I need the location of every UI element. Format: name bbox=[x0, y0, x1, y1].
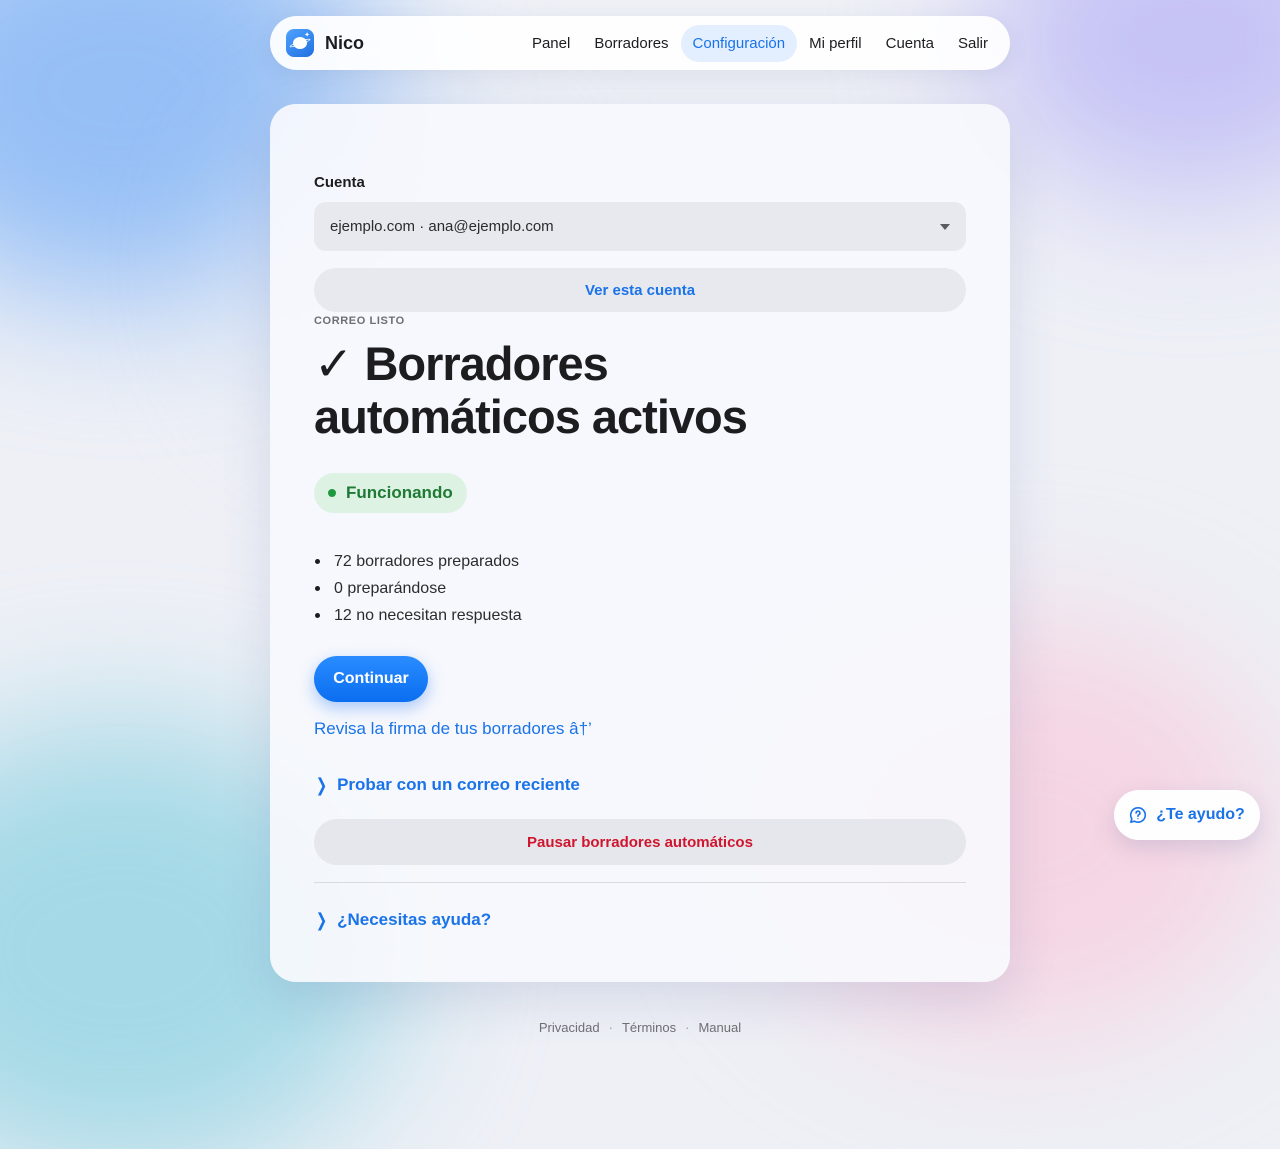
footer: Privacidad · Términos · Manual bbox=[0, 1020, 1280, 1035]
status-badge-label: Funcionando bbox=[346, 483, 453, 502]
footer-link-manual[interactable]: Manual bbox=[698, 1020, 741, 1035]
account-label: Cuenta bbox=[314, 174, 365, 191]
help-chat-label: ¿Te ayudo? bbox=[1156, 806, 1245, 823]
background-blob-violet bbox=[980, 0, 1280, 200]
need-help-toggle[interactable]: ❯ ¿Necesitas ayuda? bbox=[314, 908, 966, 932]
view-account-button[interactable]: Ver esta cuenta bbox=[314, 268, 966, 312]
chevron-right-icon: ❯ bbox=[315, 909, 328, 930]
chevron-down-icon bbox=[940, 224, 950, 230]
list-item: 0 preparándose bbox=[314, 575, 966, 602]
chevron-right-icon: ❯ bbox=[315, 774, 328, 795]
need-help-label: ¿Necesitas ayuda? bbox=[337, 910, 492, 929]
footer-link-terminos[interactable]: Términos bbox=[622, 1020, 676, 1035]
footer-link-privacidad[interactable]: Privacidad bbox=[539, 1020, 600, 1035]
nav-item-mi-perfil[interactable]: Mi perfil bbox=[797, 25, 874, 62]
footer-separator: · bbox=[685, 1020, 690, 1035]
status-eyebrow: CORREO LISTO bbox=[314, 315, 405, 327]
nav-item-borradores[interactable]: Borradores bbox=[582, 25, 680, 62]
page-title: ✓ Borradores automáticos activos bbox=[314, 337, 748, 443]
continue-button[interactable]: Continuar bbox=[314, 656, 428, 702]
nav-links: Panel Borradores Configuración Mi perfil… bbox=[520, 24, 1000, 62]
stats-list: 72 borradores preparados 0 preparándose … bbox=[314, 548, 966, 629]
account-select[interactable]: ejemplo.com · ana@ejemplo.com bbox=[314, 202, 966, 251]
account-select-value: ejemplo.com · ana@ejemplo.com bbox=[330, 218, 554, 235]
try-recent-email-toggle[interactable]: ❯ Probar con un correo reciente bbox=[314, 773, 966, 797]
signature-link[interactable]: Revisa la firma de tus borradores â†’ bbox=[314, 719, 966, 743]
status-badge: Funcionando bbox=[314, 473, 467, 513]
top-navigation: ✦ Nico Panel Borradores Configuración Mi… bbox=[270, 16, 1010, 70]
status-dot-icon bbox=[328, 489, 336, 497]
nav-item-cuenta[interactable]: Cuenta bbox=[874, 25, 946, 62]
pause-drafts-button[interactable]: Pausar borradores automáticos bbox=[314, 819, 966, 865]
list-item: 12 no necesitan respuesta bbox=[314, 602, 966, 629]
settings-card: Cuenta ejemplo.com · ana@ejemplo.com Ver… bbox=[270, 104, 1010, 982]
nav-item-panel[interactable]: Panel bbox=[520, 25, 582, 62]
list-item: 72 borradores preparados bbox=[314, 548, 966, 575]
brand-name: Nico bbox=[325, 32, 365, 53]
help-chat-icon bbox=[1130, 806, 1147, 823]
planet-icon: ✦ bbox=[286, 29, 314, 57]
footer-separator: · bbox=[608, 1020, 613, 1035]
try-recent-email-label: Probar con un correo reciente bbox=[337, 775, 580, 794]
help-chat-button[interactable]: ¿Te ayudo? bbox=[1114, 790, 1260, 840]
nav-item-configuracion[interactable]: Configuración bbox=[680, 24, 798, 62]
divider bbox=[314, 882, 966, 883]
brand[interactable]: ✦ Nico bbox=[286, 29, 364, 57]
nav-item-salir[interactable]: Salir bbox=[946, 25, 1000, 62]
